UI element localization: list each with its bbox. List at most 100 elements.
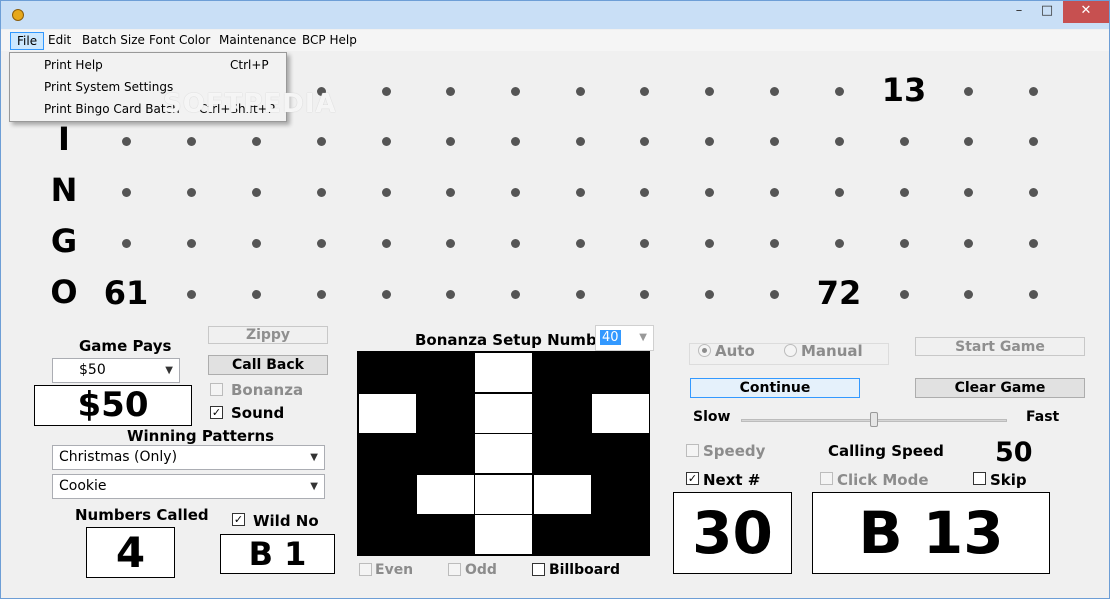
menu-bcp-help[interactable]: BCP Help	[296, 32, 363, 50]
board-dot	[252, 188, 261, 197]
board-dot	[187, 239, 196, 248]
zippy-button[interactable]: Zippy	[208, 326, 328, 344]
bonanza-cell[interactable]	[359, 515, 416, 554]
bonanza-cell[interactable]	[359, 434, 416, 473]
numbers-called-display: 4	[86, 527, 175, 578]
wild-no-checkbox[interactable]: ✓	[232, 513, 245, 526]
board-dot	[252, 239, 261, 248]
bonanza-cell[interactable]	[417, 515, 474, 554]
board-dot	[511, 239, 520, 248]
continue-button[interactable]: Continue	[690, 378, 860, 398]
board-dot	[770, 290, 779, 299]
called-number: 13	[881, 71, 927, 109]
clear-game-button[interactable]: Clear Game	[915, 378, 1085, 398]
board-dot	[446, 290, 455, 299]
checkmark-icon: ✓	[687, 472, 698, 485]
board-dot	[640, 188, 649, 197]
bonanza-cell[interactable]	[359, 353, 416, 392]
slider-thumb[interactable]	[870, 412, 878, 427]
board-dot	[382, 239, 391, 248]
menu-edit[interactable]: Edit	[42, 32, 77, 50]
bonanza-checkbox[interactable]	[210, 383, 223, 396]
board-dot	[252, 137, 261, 146]
bonanza-cell[interactable]	[359, 393, 416, 433]
bonanza-cell[interactable]	[592, 475, 649, 514]
bonanza-cell[interactable]	[592, 434, 649, 473]
manual-radio[interactable]	[784, 344, 797, 357]
maximize-button[interactable]: □	[1033, 1, 1061, 23]
board-dot	[835, 137, 844, 146]
start-game-button[interactable]: Start Game	[915, 337, 1085, 356]
board-dot	[576, 188, 585, 197]
board-letter-i: I	[58, 120, 70, 158]
next-checkbox[interactable]: ✓	[686, 472, 699, 485]
bonanza-cell[interactable]	[534, 394, 591, 433]
bonanza-cell[interactable]	[475, 474, 533, 514]
bonanza-cell[interactable]	[534, 515, 591, 554]
auto-radio[interactable]	[698, 344, 711, 357]
menu-item-print-help[interactable]: Print Help Ctrl+P	[10, 54, 286, 76]
bonanza-cell[interactable]	[475, 353, 533, 392]
odd-checkbox[interactable]	[448, 563, 461, 576]
current-call-display: B 13	[812, 492, 1050, 574]
speedy-checkbox[interactable]	[686, 444, 699, 457]
bonanza-pattern-grid[interactable]	[357, 351, 650, 556]
bonanza-cell[interactable]	[417, 394, 474, 433]
called-number: 61	[103, 274, 149, 312]
board-dot	[964, 290, 973, 299]
pattern-select-value: Christmas (Only)	[59, 449, 178, 465]
board-dot	[252, 290, 261, 299]
bonanza-cell[interactable]	[592, 515, 649, 554]
close-button[interactable]: ✕	[1063, 1, 1109, 23]
winning-pattern-select-2[interactable]: Cookie ▼	[52, 474, 325, 499]
minimize-button[interactable]: –	[1005, 1, 1033, 23]
game-pays-select-value: $50	[79, 362, 106, 378]
skip-checkbox[interactable]	[973, 472, 986, 485]
board-dot	[317, 290, 326, 299]
board-dot	[187, 290, 196, 299]
fast-label: Fast	[1026, 409, 1060, 425]
bonanza-cell[interactable]	[417, 434, 474, 473]
winning-pattern-select-1[interactable]: Christmas (Only) ▼	[52, 445, 325, 470]
menu-maintenance[interactable]: Maintenance	[213, 32, 302, 50]
even-checkbox[interactable]	[359, 563, 372, 576]
board-dot	[511, 290, 520, 299]
board-dot	[317, 137, 326, 146]
click-mode-checkbox[interactable]	[820, 472, 833, 485]
calling-speed-label: Calling Speed	[828, 442, 944, 460]
bonanza-cell[interactable]	[417, 353, 474, 392]
wild-no-label: Wild No	[253, 512, 319, 530]
app-icon	[12, 9, 24, 21]
board-dot	[122, 239, 131, 248]
bonanza-cell[interactable]	[592, 353, 649, 392]
bonanza-cell[interactable]	[534, 353, 591, 392]
board-letter-g: G	[50, 222, 78, 260]
bonanza-cell[interactable]	[533, 474, 591, 514]
menu-font-color[interactable]: Font Color	[143, 32, 216, 50]
board-dot	[964, 137, 973, 146]
softpedia-watermark: SOFTPEDIA	[163, 89, 337, 119]
bonanza-label: Bonanza	[231, 381, 304, 399]
bonanza-cell[interactable]	[417, 474, 475, 514]
board-dot	[964, 87, 973, 96]
sound-checkbox[interactable]: ✓	[210, 406, 223, 419]
bonanza-setup-label: Bonanza Setup Numbers	[415, 331, 624, 349]
bonanza-cell[interactable]	[475, 393, 533, 433]
game-pays-select[interactable]: $50 ▼	[52, 358, 180, 383]
bonanza-cell[interactable]	[475, 515, 533, 555]
odd-label: Odd	[465, 562, 497, 578]
board-dot	[511, 137, 520, 146]
bonanza-cell[interactable]	[591, 393, 649, 433]
board-dot	[900, 239, 909, 248]
board-dot	[511, 87, 520, 96]
bonanza-cell[interactable]	[475, 434, 533, 474]
bonanza-setup-select[interactable]: 40 ▼	[595, 325, 654, 351]
menu-file[interactable]: File	[10, 32, 45, 50]
billboard-checkbox[interactable]	[532, 563, 545, 576]
call-back-button[interactable]: Call Back	[208, 355, 328, 375]
menu-batch-size[interactable]: Batch Size	[76, 32, 151, 50]
board-dot	[900, 188, 909, 197]
bonanza-cell[interactable]	[359, 475, 416, 514]
skip-label: Skip	[990, 471, 1027, 489]
bonanza-cell[interactable]	[534, 434, 591, 473]
